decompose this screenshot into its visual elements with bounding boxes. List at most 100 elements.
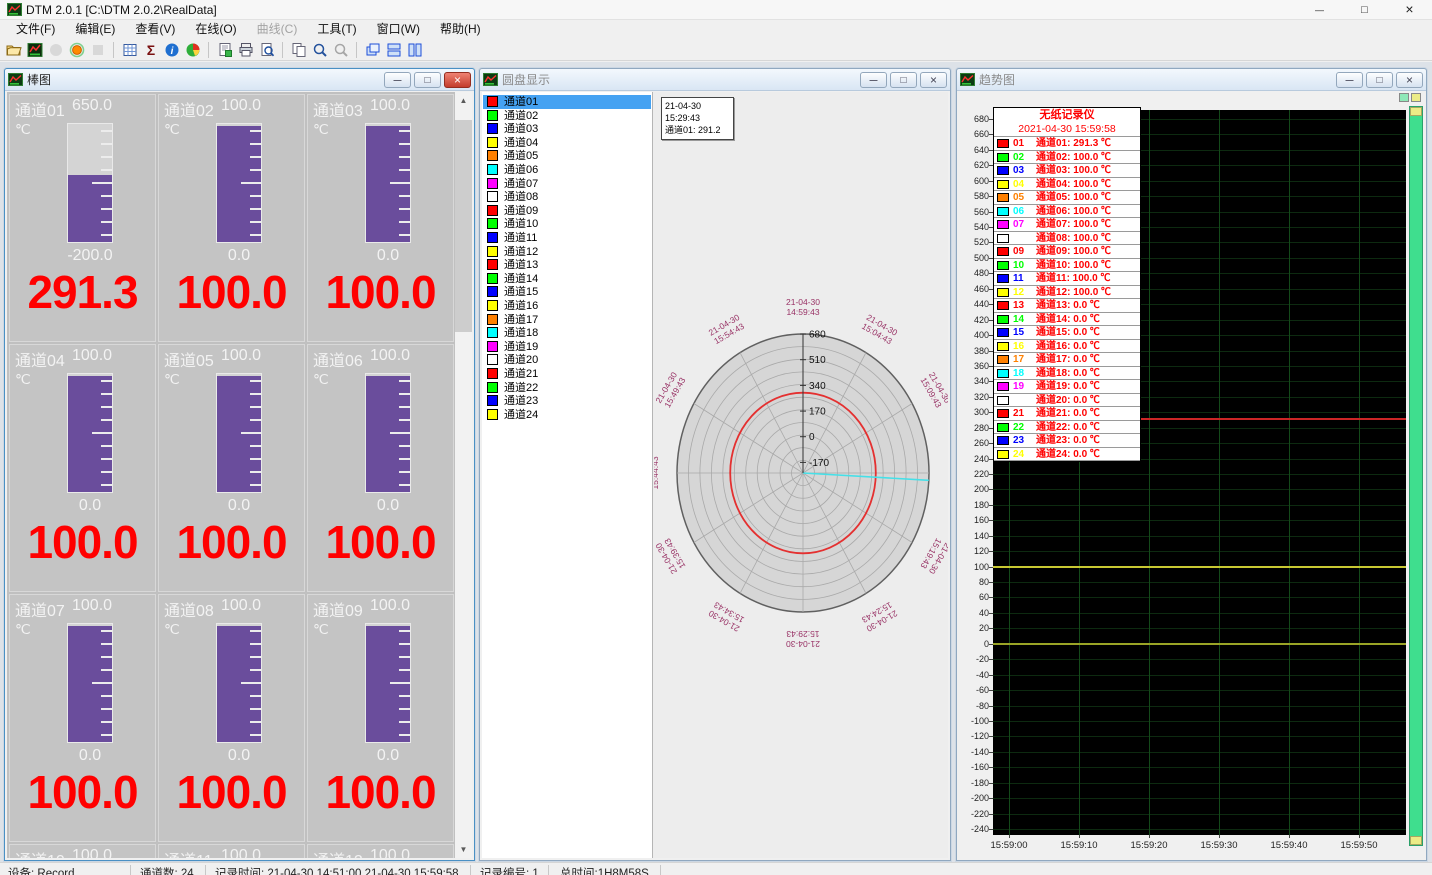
channel-list-item[interactable]: 通道20 — [483, 353, 651, 367]
channel-list-item[interactable]: 通道08 — [483, 190, 651, 204]
data-table-icon[interactable] — [120, 41, 139, 59]
bar-cell-header: 通道03100.0 — [313, 97, 451, 121]
bar-tick — [250, 445, 261, 447]
menu-item-view[interactable]: 查看(V) — [125, 20, 185, 39]
bar-chart-window[interactable]: 棒图 通道01650.0℃-200.0291.3通道02100.0℃0.0100… — [4, 68, 475, 861]
bar-maximize-button[interactable] — [414, 72, 441, 88]
disk-display-window[interactable]: 圆盘显示 通道01通道02通道03通道04通道05通道06通道07通道08通道0… — [479, 68, 951, 861]
channel-list-item[interactable]: 通道15 — [483, 285, 651, 299]
channel-list-item[interactable]: 通道11 — [483, 231, 651, 245]
channel-list-item[interactable]: 通道14 — [483, 272, 651, 286]
trend-chart-window[interactable]: 趋势图 无纸记录仪 2021-04-30 15:59:58 01通道01: 29… — [956, 68, 1427, 861]
trend-maximize-button[interactable] — [1366, 72, 1393, 88]
trend-minimize-button[interactable] — [1336, 72, 1363, 88]
status-segment: 记录时间: 21-04-30 14:51:00 21-04-30 15:59:5… — [215, 865, 459, 875]
status-separator — [660, 865, 661, 875]
scroll-up-icon[interactable]: ▲ — [455, 92, 472, 109]
channel-list-item[interactable]: 通道07 — [483, 177, 651, 191]
disk-close-button[interactable] — [920, 72, 947, 88]
trend-close-button[interactable] — [1396, 72, 1423, 88]
scroll-corner-icon[interactable] — [1399, 93, 1409, 102]
bar-cell-header: 通道07100.0 — [15, 597, 153, 621]
channel-list-item[interactable]: 通道05 — [483, 149, 651, 163]
channel-list-item[interactable]: 通道23 — [483, 394, 651, 408]
channel-list-item[interactable]: 通道13 — [483, 258, 651, 272]
bar-gauge — [216, 623, 262, 743]
scroll-down-icon[interactable]: ▼ — [455, 841, 472, 858]
bar-tick — [250, 669, 261, 671]
trend-window-title-bar[interactable]: 趋势图 — [957, 69, 1426, 91]
channel-list-item[interactable]: 通道16 — [483, 299, 651, 313]
tile-vertical-icon[interactable] — [405, 41, 424, 59]
record-icon[interactable] — [67, 41, 86, 59]
info-icon[interactable]: i — [162, 41, 181, 59]
channel-list-item[interactable]: 通道22 — [483, 381, 651, 395]
bar-scrollbar[interactable]: ▲▼ — [455, 92, 472, 858]
channel-list-item[interactable]: 通道10 — [483, 217, 651, 231]
menu-item-file[interactable]: 文件(F) — [6, 20, 65, 39]
maximize-button[interactable] — [1342, 0, 1387, 19]
realtime-data-icon[interactable] — [25, 41, 44, 59]
channel-label: 通道20 — [504, 353, 538, 367]
scroll-corner2-icon[interactable] — [1411, 93, 1421, 102]
menu-item-tools[interactable]: 工具(T) — [307, 20, 366, 39]
bar-tick — [101, 406, 112, 408]
channel-list-item[interactable]: 通道09 — [483, 204, 651, 218]
channel-list-item[interactable]: 通道24 — [483, 408, 651, 422]
copy-icon[interactable] — [289, 41, 308, 59]
export-icon[interactable] — [215, 41, 234, 59]
legend-row: 17通道17: 0.0 ℃ — [994, 353, 1140, 367]
print-preview-icon[interactable] — [257, 41, 276, 59]
close-button[interactable] — [1387, 0, 1432, 19]
scrollbar-thumb[interactable] — [455, 120, 472, 332]
app-title-bar[interactable]: DTM 2.0.1 [C:\DTM 2.0.2\RealData] — [0, 0, 1432, 20]
scrollbar-bottom-handle[interactable] — [1410, 836, 1422, 845]
channel-list-item[interactable]: 通道03 — [483, 122, 651, 136]
disk-window-title-bar[interactable]: 圆盘显示 — [480, 69, 950, 91]
bar-window-title-bar[interactable]: 棒图 — [5, 69, 474, 91]
menu-item-window[interactable]: 窗口(W) — [367, 20, 430, 39]
legend-row: 06通道06: 100.0 ℃ — [994, 205, 1140, 219]
channel-list-item[interactable]: 通道02 — [483, 109, 651, 123]
menu-item-online[interactable]: 在线(O) — [185, 20, 246, 39]
channel-list-item[interactable]: 通道18 — [483, 326, 651, 340]
bar-window-title: 棒图 — [27, 71, 51, 88]
h-gridline — [993, 783, 1406, 784]
svg-text:510: 510 — [809, 355, 826, 366]
pie-chart-icon[interactable] — [183, 41, 202, 59]
channel-label: 通道14 — [504, 272, 538, 286]
channel-list-item[interactable]: 通道21 — [483, 367, 651, 381]
statistics-icon[interactable]: Σ — [141, 41, 160, 59]
y-axis-label: 260 — [961, 438, 989, 448]
print-icon[interactable] — [236, 41, 255, 59]
cascade-windows-icon[interactable] — [363, 41, 382, 59]
channel-list-item[interactable]: 通道12 — [483, 245, 651, 259]
menu-item-edit[interactable]: 编辑(E) — [65, 20, 125, 39]
menu-item-curve[interactable]: 曲线(C) — [247, 20, 308, 39]
channel-list-item[interactable]: 通道17 — [483, 313, 651, 327]
channel-name: 通道12 — [313, 847, 363, 858]
zoom-in-icon[interactable] — [310, 41, 329, 59]
disk-maximize-button[interactable] — [890, 72, 917, 88]
channel-list-item[interactable]: 通道01 — [483, 95, 651, 109]
menu-item-help[interactable]: 帮助(H) — [430, 20, 491, 39]
h-gridline — [993, 752, 1406, 753]
open-file-icon[interactable] — [4, 41, 23, 59]
polar-chart: 6805103401700-17021-04-3014:59:4321-04-3… — [654, 92, 948, 858]
legend-channel-number: 13 — [1013, 299, 1024, 312]
scrollbar-top-handle[interactable] — [1410, 107, 1422, 116]
y-axis-tick — [989, 489, 993, 490]
bar-minimize-button[interactable] — [384, 72, 411, 88]
channel-list-item[interactable]: 通道04 — [483, 136, 651, 150]
channel-list-item[interactable]: 通道06 — [483, 163, 651, 177]
channel-list-item[interactable]: 通道19 — [483, 340, 651, 354]
minimize-button[interactable] — [1297, 0, 1342, 19]
channel-name: 通道01 — [15, 97, 65, 121]
trend-scrollbar[interactable] — [1409, 106, 1423, 846]
disk-minimize-button[interactable] — [860, 72, 887, 88]
tile-horizontal-icon[interactable] — [384, 41, 403, 59]
svg-text:0: 0 — [809, 432, 815, 443]
bar-tick — [101, 130, 112, 132]
y-axis-tick — [989, 767, 993, 768]
bar-close-button[interactable] — [444, 72, 471, 88]
